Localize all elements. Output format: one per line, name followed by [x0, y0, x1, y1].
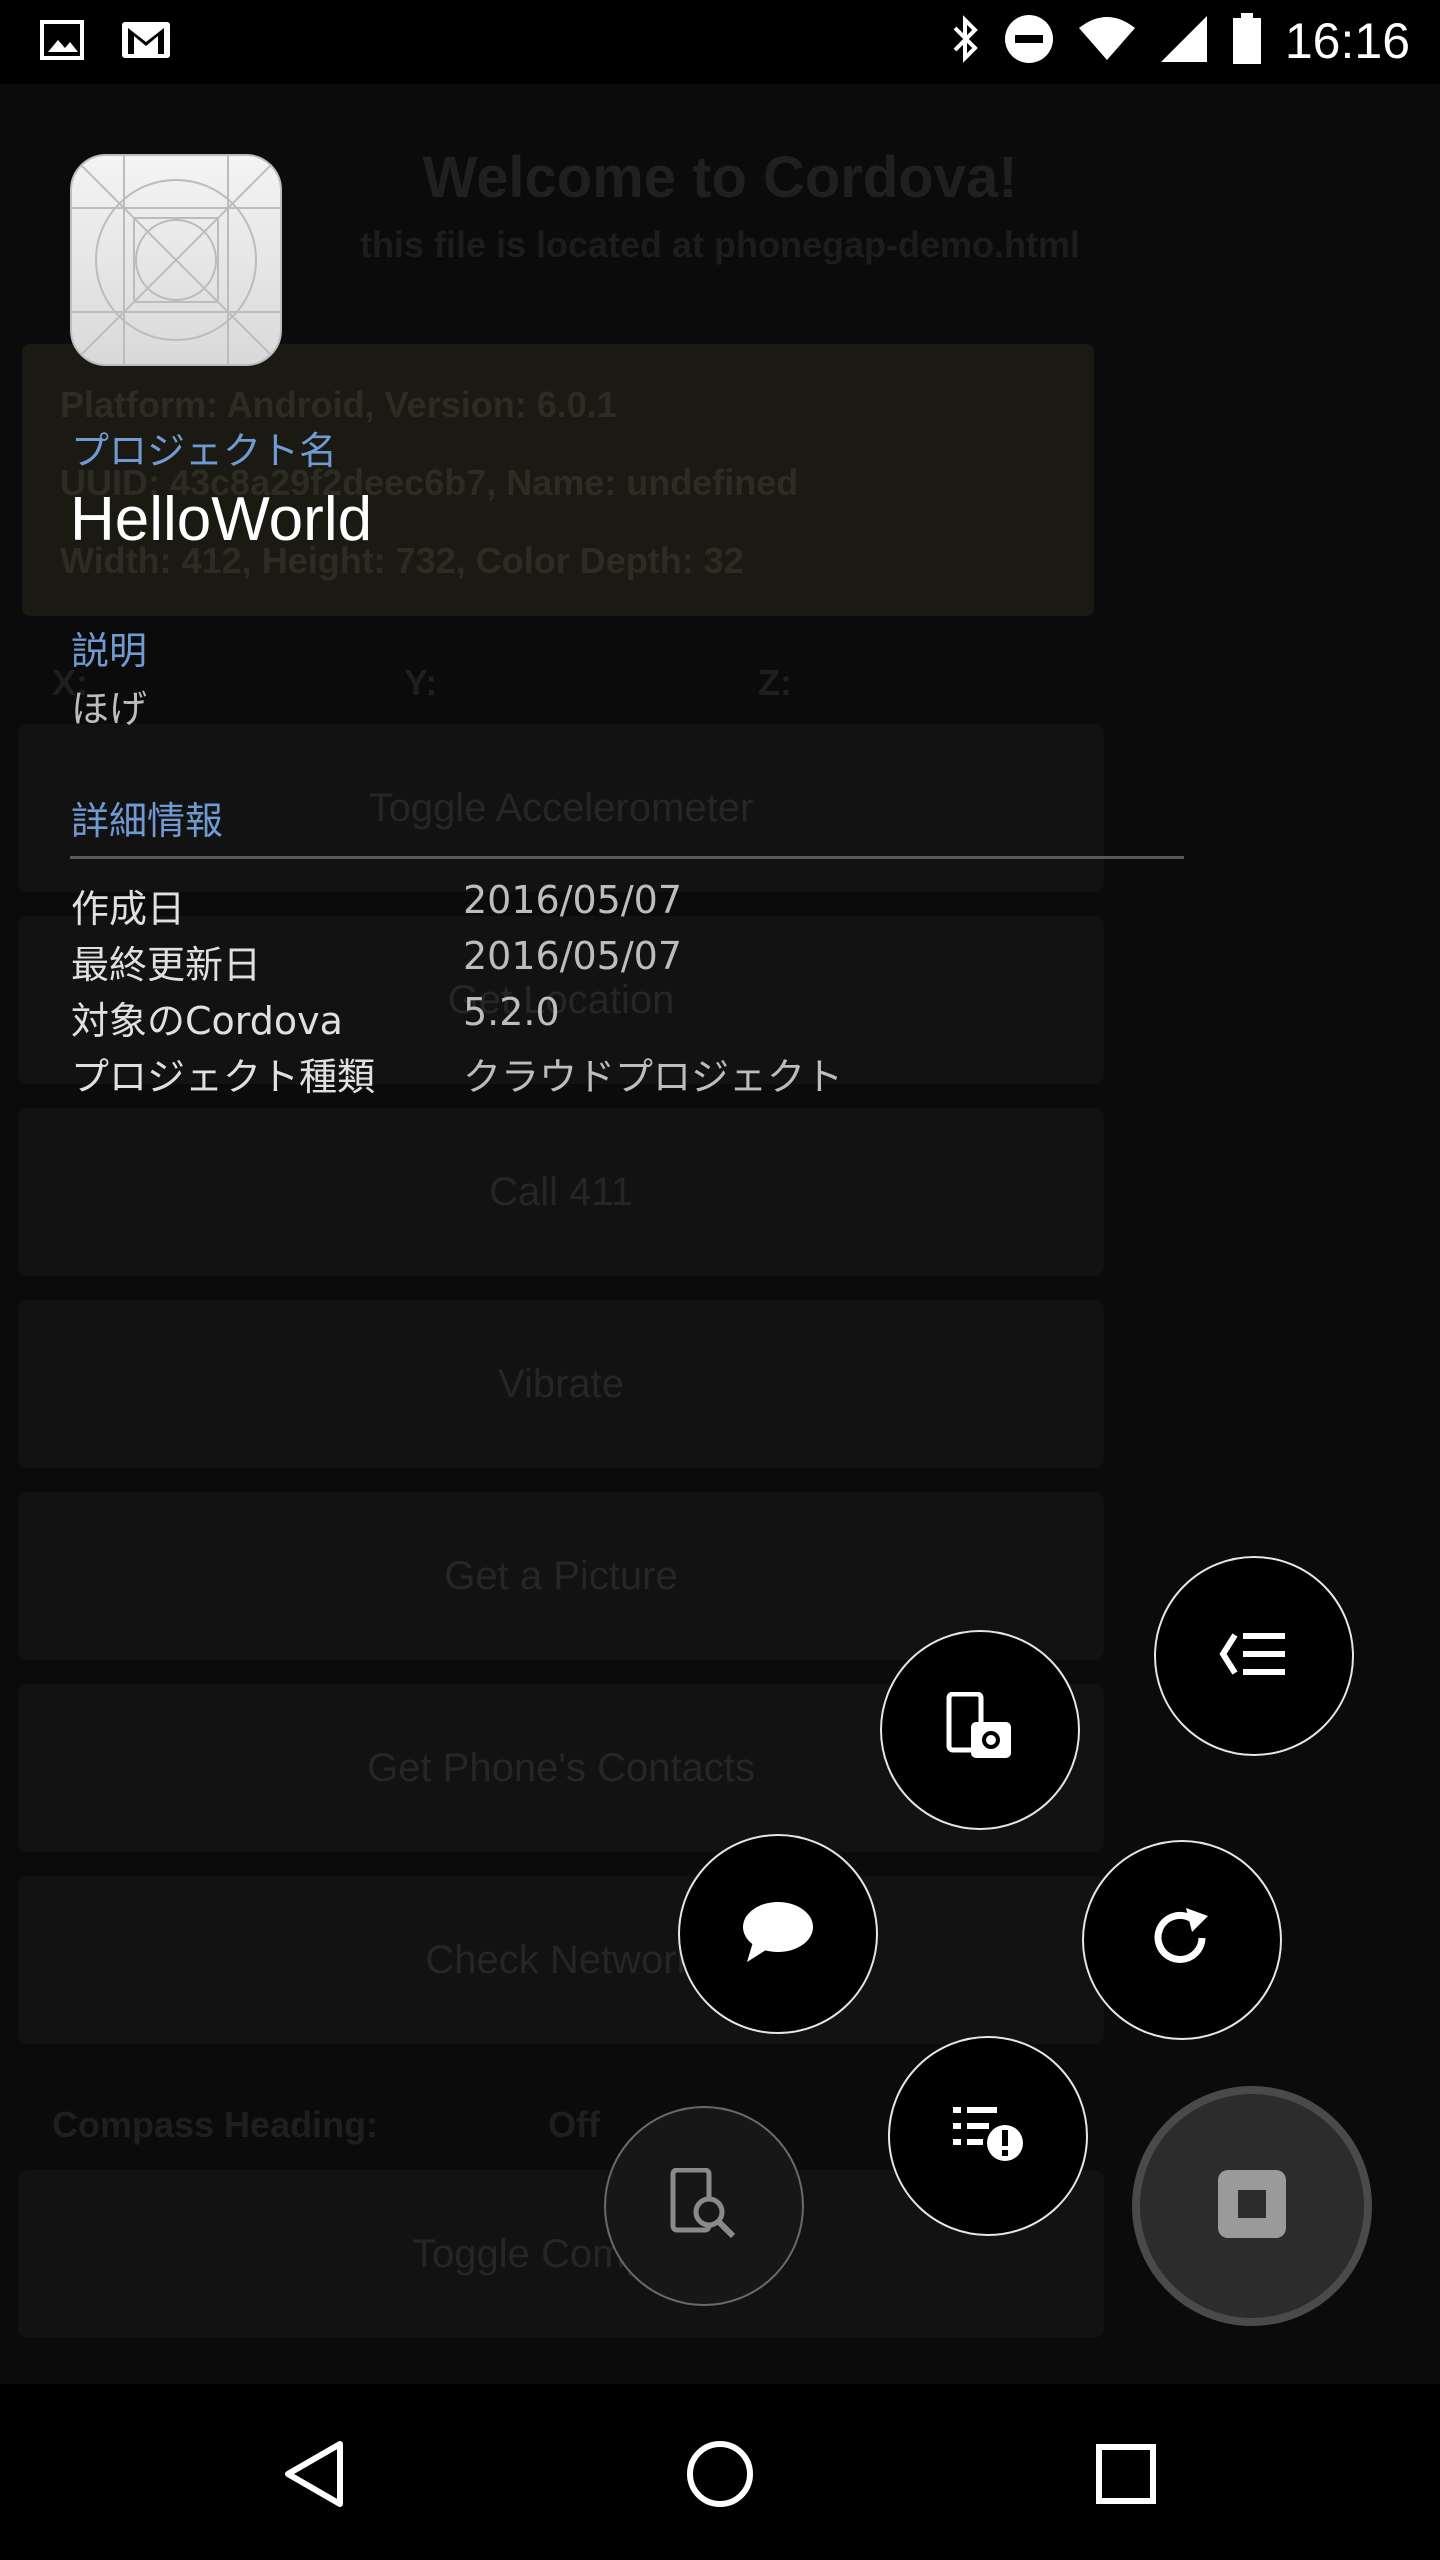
description-label: 説明	[71, 629, 148, 673]
get-picture-button[interactable]: Get a Picture	[18, 1492, 1104, 1660]
axis-y-label: Y:	[404, 662, 438, 703]
home-icon[interactable]	[686, 2440, 754, 2512]
device-info-box: Platform: Android, Version: 6.0.1 UUID: …	[22, 344, 1094, 616]
screenshot-icon	[945, 1691, 1015, 1768]
stop-icon	[1216, 2168, 1288, 2244]
stop-button[interactable]	[1132, 2086, 1372, 2326]
bluetooth-icon	[951, 14, 981, 68]
description-value: ほげ	[71, 687, 148, 731]
project-name-label: プロジェクト名	[71, 429, 338, 473]
clock: 16:16	[1284, 13, 1410, 69]
detail-value: 2016/05/07	[463, 934, 683, 978]
compass-heading-label: Compass Heading:	[52, 2104, 379, 2145]
reload-button[interactable]	[1082, 1840, 1282, 2040]
back-icon[interactable]	[282, 2440, 346, 2512]
details-label: 詳細情報	[71, 799, 224, 843]
cell-signal-icon	[1159, 14, 1209, 68]
check-network-button[interactable]: Check Network	[18, 1876, 1104, 2044]
detail-value: クラウドプロジェクト	[463, 1055, 844, 1099]
collapse-menu-icon	[1219, 1629, 1289, 1683]
detail-row-type: プロジェクト種類 クラウドプロジェクト	[71, 1046, 1271, 1102]
wifi-icon	[1077, 16, 1137, 66]
inspect-icon	[669, 2167, 739, 2244]
reload-icon	[1150, 1906, 1214, 1974]
vibrate-button[interactable]: Vibrate	[18, 1300, 1104, 1468]
screenshot-button[interactable]	[880, 1630, 1080, 1830]
call-411-button[interactable]: Call 411	[18, 1108, 1104, 1276]
compass-heading-value: Off	[548, 2104, 600, 2145]
comment-button[interactable]	[678, 1834, 878, 2034]
comment-icon	[741, 1900, 815, 1968]
status-bar: 16:16	[0, 0, 1440, 84]
detail-value: 2016/05/07	[463, 878, 683, 922]
detail-row-updated: 最終更新日 2016/05/07	[71, 934, 1271, 990]
detail-key: 作成日	[71, 887, 186, 931]
battery-icon	[1231, 13, 1263, 69]
recents-icon[interactable]	[1096, 2444, 1156, 2508]
detail-row-created: 作成日 2016/05/07	[71, 878, 1271, 934]
project-name: HelloWorld	[70, 485, 373, 554]
image-notification-icon	[40, 20, 84, 64]
detail-row-cordova: 対象のCordova 5.2.0	[71, 990, 1271, 1046]
detail-key: プロジェクト種類	[71, 1055, 376, 1099]
do-not-disturb-icon	[1003, 13, 1055, 69]
detail-value: 5.2.0	[463, 990, 560, 1034]
axis-z-label: Z:	[758, 662, 792, 703]
error-log-button[interactable]	[888, 2036, 1088, 2236]
gmail-icon	[120, 20, 172, 64]
app-icon	[70, 154, 282, 366]
collapse-menu-button[interactable]	[1154, 1556, 1354, 1756]
error-log-icon	[951, 2103, 1025, 2169]
inspect-button[interactable]	[604, 2106, 804, 2306]
detail-key: 最終更新日	[71, 943, 262, 987]
navigation-bar	[0, 2384, 1440, 2560]
detail-key: 対象のCordova	[71, 999, 343, 1043]
details-divider	[70, 856, 1184, 859]
